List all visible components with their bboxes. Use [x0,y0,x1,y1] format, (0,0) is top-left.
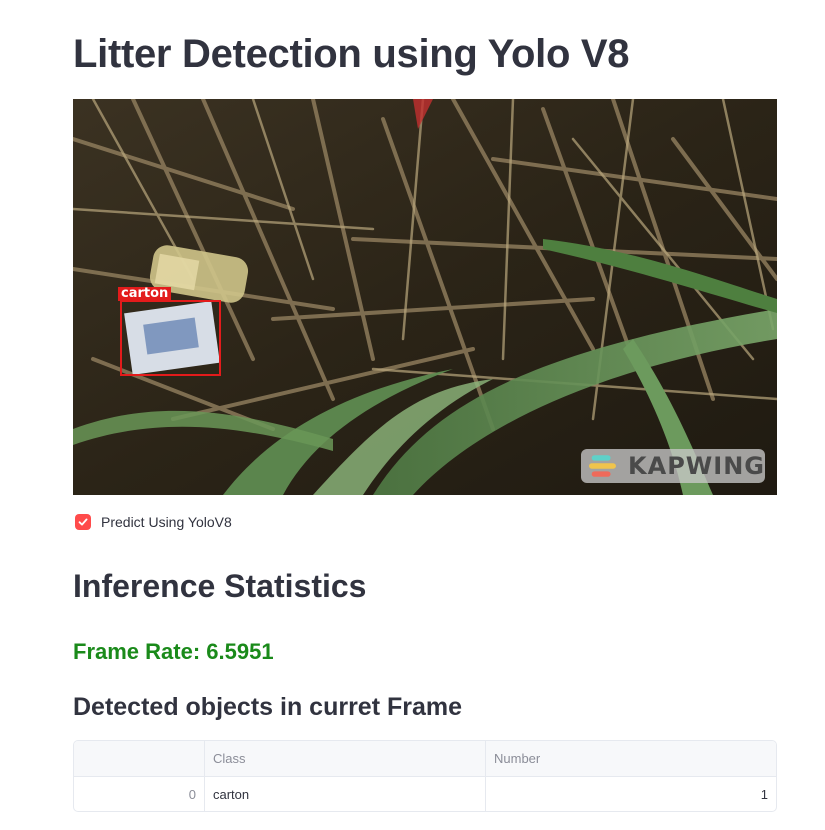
video-frame: carton KAPWING [73,99,777,495]
table-cell-class[interactable]: carton [204,777,485,811]
video-frame-image [73,99,777,495]
detection-bounding-box [120,300,221,376]
table-row[interactable]: 0 carton 1 [74,776,776,811]
table-cell-number[interactable]: 1 [485,777,776,811]
detected-objects-heading: Detected objects in curret Frame [73,693,463,721]
watermark: KAPWING [581,449,765,483]
predict-checkbox[interactable] [75,514,91,530]
frame-rate-text: Frame Rate: 6.5951 [73,639,274,664]
column-header-class[interactable]: Class [204,741,485,776]
detected-objects-table[interactable]: Class Number 0 carton 1 [73,740,777,812]
column-header-index[interactable] [74,741,204,776]
predict-checkbox-label: Predict Using YoloV8 [101,514,232,530]
checkmark-icon [78,518,88,526]
predict-checkbox-row[interactable]: Predict Using YoloV8 [75,514,232,530]
kapwing-logo-icon [589,455,616,477]
table-cell-index[interactable]: 0 [74,777,204,811]
page-title: Litter Detection using Yolo V8 [73,32,630,76]
table-header-row: Class Number [74,741,776,776]
detection-label: carton [118,287,172,301]
watermark-text: KAPWING [628,452,765,480]
inference-statistics-heading: Inference Statistics [73,568,367,604]
column-header-number[interactable]: Number [485,741,776,776]
